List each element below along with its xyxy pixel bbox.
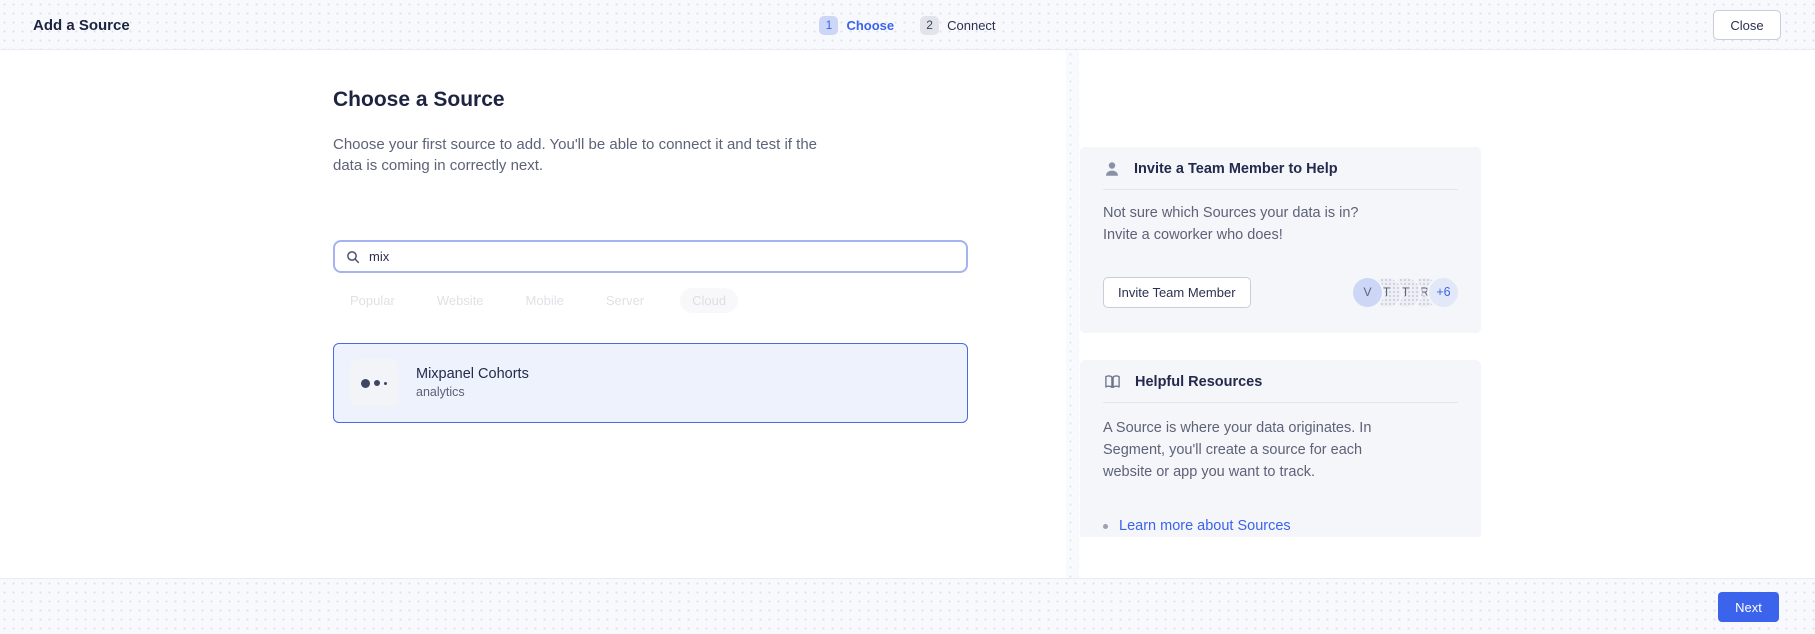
- resources-card-title: Helpful Resources: [1135, 374, 1262, 390]
- team-avatar-stack: V T T R +6: [1353, 278, 1458, 307]
- source-result-mixpanel-cohorts[interactable]: Mixpanel Cohorts analytics: [333, 343, 968, 423]
- bullet-icon: [1103, 524, 1108, 529]
- invite-card-body: Not sure which Sources your data is in? …: [1080, 190, 1410, 246]
- footer-bar: Next: [0, 578, 1815, 634]
- resource-link-item: Learn more about Sources: [1103, 518, 1291, 534]
- invite-card-title: Invite a Team Member to Help: [1134, 161, 1338, 177]
- top-bar: Add a Source 1 Choose 2 Connect Close: [0, 0, 1815, 50]
- tab-cloud[interactable]: Cloud: [680, 288, 738, 313]
- resources-card-header: Helpful Resources: [1080, 360, 1481, 402]
- helpful-resources-card: Helpful Resources A Source is where your…: [1080, 360, 1481, 537]
- stepper: 1 Choose 2 Connect: [0, 0, 1815, 50]
- invite-card-header: Invite a Team Member to Help: [1080, 147, 1481, 189]
- step-choose[interactable]: 1 Choose: [819, 16, 894, 35]
- result-category: analytics: [416, 384, 529, 401]
- page-description: Choose your first source to add. You'll …: [333, 134, 845, 176]
- category-tabs: Popular Website Mobile Server Cloud: [350, 288, 738, 313]
- mixpanel-dot-medium: [374, 380, 380, 386]
- book-icon: [1103, 373, 1122, 391]
- tab-server[interactable]: Server: [606, 293, 644, 308]
- next-button[interactable]: Next: [1718, 592, 1779, 622]
- step-label: Connect: [947, 18, 995, 33]
- avatar-overflow-count: +6: [1429, 278, 1458, 307]
- main-content: Choose a Source Choose your first source…: [0, 50, 1815, 578]
- invite-row: Invite Team Member V T T R +6: [1103, 276, 1458, 308]
- step-connect[interactable]: 2 Connect: [920, 16, 995, 35]
- mixpanel-dot-large: [361, 379, 370, 388]
- mixpanel-logo: [350, 359, 398, 407]
- resources-card-body: A Source is where your data originates. …: [1080, 403, 1425, 483]
- resource-link-list: Learn more about Sources: [1103, 518, 1291, 534]
- tab-website[interactable]: Website: [437, 293, 484, 308]
- step-number-badge: 1: [819, 16, 838, 35]
- source-search-box: [333, 240, 968, 273]
- result-text: Mixpanel Cohorts analytics: [416, 365, 529, 401]
- avatar: V: [1353, 278, 1382, 307]
- invite-team-member-button[interactable]: Invite Team Member: [1103, 277, 1251, 308]
- search-icon: [345, 249, 361, 265]
- result-name: Mixpanel Cohorts: [416, 365, 529, 384]
- search-input[interactable]: [369, 249, 956, 264]
- person-icon: [1103, 160, 1121, 178]
- content-gutter: [1066, 50, 1079, 578]
- page-heading: Choose a Source: [333, 86, 505, 114]
- learn-more-sources-link[interactable]: Learn more about Sources: [1119, 518, 1291, 534]
- close-button[interactable]: Close: [1713, 10, 1781, 40]
- tab-popular[interactable]: Popular: [350, 293, 395, 308]
- invite-team-member-card: Invite a Team Member to Help Not sure wh…: [1080, 147, 1481, 333]
- add-source-page: Add a Source 1 Choose 2 Connect Close Ch…: [0, 0, 1815, 634]
- tab-mobile[interactable]: Mobile: [526, 293, 564, 308]
- step-label: Choose: [846, 18, 894, 33]
- step-number-badge: 2: [920, 16, 939, 35]
- mixpanel-dot-small: [384, 382, 387, 385]
